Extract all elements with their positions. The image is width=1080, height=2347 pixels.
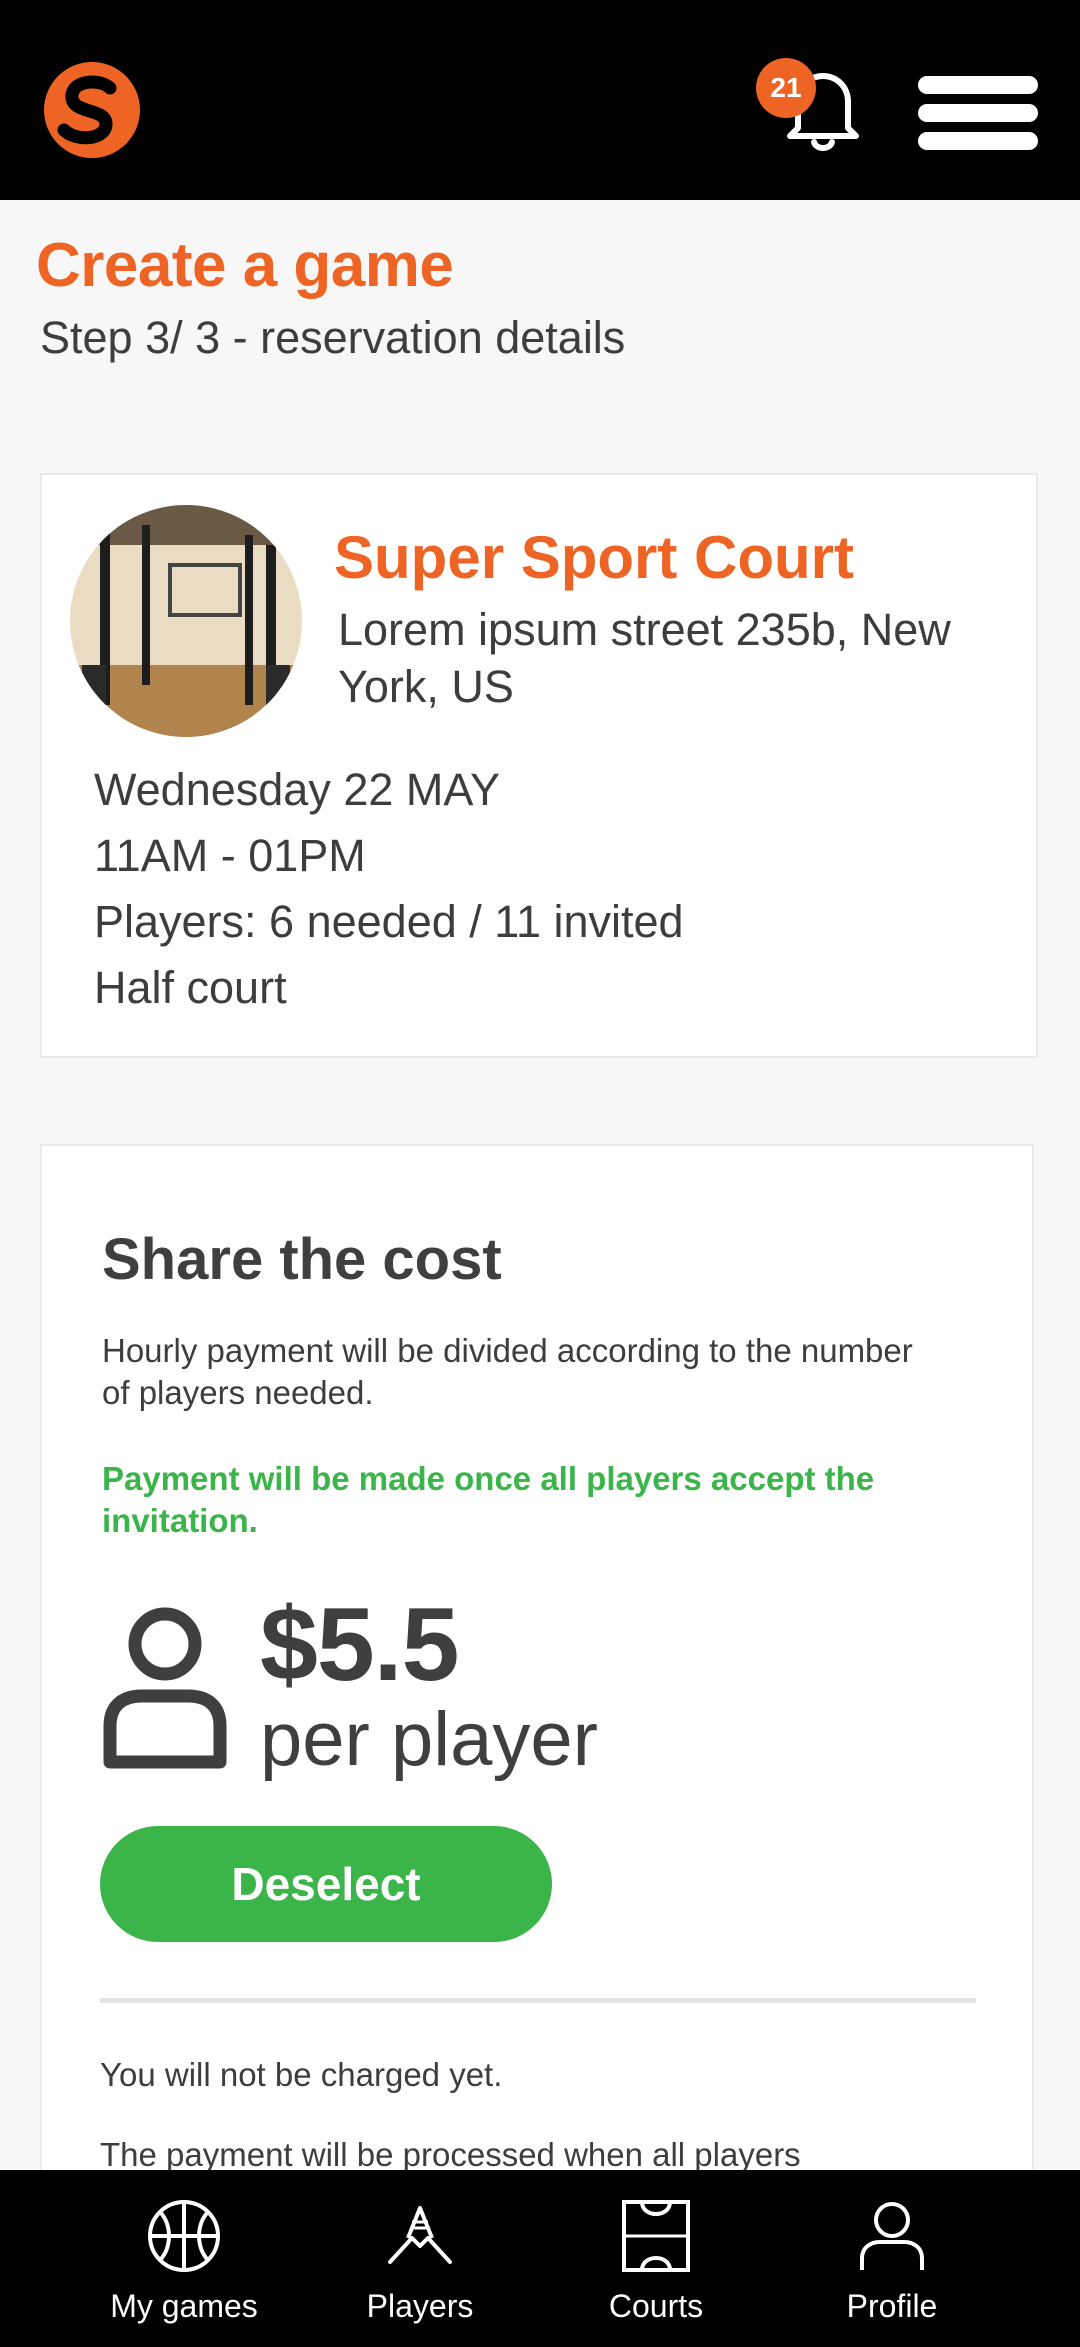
charge-note: You will not be charged yet.	[100, 2056, 503, 2093]
share-cost-title: Share the cost	[102, 1227, 502, 1292]
nav-item-profile[interactable]: Profile	[782, 2198, 1002, 2325]
page-title: Create a game	[36, 231, 454, 300]
court-icon	[622, 2200, 690, 2272]
nav-label-my-games: My games	[110, 2288, 258, 2324]
court-address: Lorem ipsum street 235b, New York, US	[338, 604, 951, 712]
bottom-navigation: My games Players Courts Profile	[0, 2170, 1080, 2347]
nav-label-courts: Courts	[608, 2288, 704, 2324]
step-indicator: Step 3/ 3 - reservation details	[40, 312, 626, 363]
person-icon	[860, 2202, 924, 2270]
divider	[100, 1998, 976, 2003]
price-unit: per player	[260, 1697, 598, 1782]
app-logo-icon[interactable]	[40, 60, 144, 160]
share-cost-card: Share the cost Hourly payment will be di…	[40, 1144, 1034, 2347]
payment-note: Payment will be made once all players ac…	[102, 1460, 875, 1539]
processed-note: The payment will be processed when all p…	[100, 2136, 801, 2173]
reservation-players: Players: 6 needed / 11 invited	[94, 896, 684, 947]
hamburger-menu-icon[interactable]	[918, 76, 1038, 150]
reservation-details: Wednesday 22 MAY 11AM - 01PM Players: 6 …	[94, 757, 684, 1021]
nav-item-players[interactable]: Players	[310, 2198, 530, 2325]
share-cost-description: Hourly payment will be divided according…	[102, 1332, 913, 1411]
handshake-icon	[388, 2206, 452, 2264]
court-name: Super Sport Court	[334, 524, 854, 591]
deselect-button[interactable]: Deselect	[100, 1826, 552, 1942]
person-icon	[103, 1607, 227, 1769]
nav-label-profile: Profile	[846, 2288, 938, 2324]
reservation-time: 11AM - 01PM	[94, 830, 366, 881]
price-per-player: $5.5	[260, 1587, 459, 1703]
basketball-icon	[148, 2200, 220, 2272]
nav-label-players: Players	[366, 2288, 474, 2324]
reservation-date: Wednesday 22 MAY	[94, 764, 501, 815]
reservation-court-type: Half court	[94, 962, 287, 1013]
reservation-summary-card: Super Sport Court Lorem ipsum street 235…	[40, 473, 1038, 1058]
nav-item-courts[interactable]: Courts	[546, 2198, 766, 2325]
nav-item-my-games[interactable]: My games	[74, 2198, 294, 2325]
notification-count-badge[interactable]: 21	[756, 58, 816, 118]
top-bar: 21	[0, 0, 1080, 200]
court-photo	[70, 505, 302, 737]
